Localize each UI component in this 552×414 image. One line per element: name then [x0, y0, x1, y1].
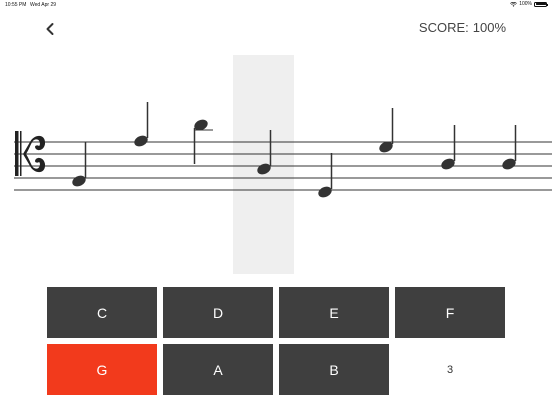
back-button[interactable]	[40, 18, 60, 40]
answer-button-g[interactable]: G	[47, 344, 157, 395]
answer-label: A	[213, 361, 223, 378]
answer-label: B	[329, 361, 339, 378]
answer-grid: C D E F G A B 3	[47, 287, 505, 395]
note	[379, 108, 394, 153]
status-date: Wed Apr 29	[30, 2, 57, 8]
note	[502, 125, 517, 170]
answer-label: D	[212, 304, 224, 321]
answer-label: E	[329, 304, 339, 321]
status-time: 10:55 PM	[5, 2, 27, 8]
answer-label: C	[96, 304, 108, 321]
answer-button-a[interactable]: A	[163, 344, 273, 395]
note	[134, 102, 149, 147]
battery-percent: 100%	[519, 1, 532, 7]
chevron-left-icon	[46, 23, 54, 35]
status-indicators: 100%	[510, 1, 548, 7]
question-counter: 3	[446, 363, 454, 376]
music-staff	[14, 55, 552, 274]
answer-button-b[interactable]: B	[279, 344, 389, 395]
battery-level	[535, 3, 546, 5]
battery-icon	[534, 1, 548, 7]
answer-label: G	[96, 361, 108, 378]
answer-label: F	[445, 304, 455, 321]
score-value: 100%	[472, 20, 506, 35]
note	[193, 119, 213, 164]
note	[441, 125, 456, 170]
answer-button-f[interactable]: F	[395, 287, 505, 338]
score-label: SCORE:	[418, 20, 469, 35]
status-bar: 10:55 PM Wed Apr 29 100%	[0, 0, 552, 10]
answer-button-c[interactable]: C	[47, 287, 157, 338]
note	[72, 142, 87, 187]
score-display: SCORE: 100%	[419, 20, 506, 35]
note	[318, 153, 333, 198]
wifi-icon	[510, 1, 518, 7]
answer-button-d[interactable]: D	[163, 287, 273, 338]
answer-button-e[interactable]: E	[279, 287, 389, 338]
